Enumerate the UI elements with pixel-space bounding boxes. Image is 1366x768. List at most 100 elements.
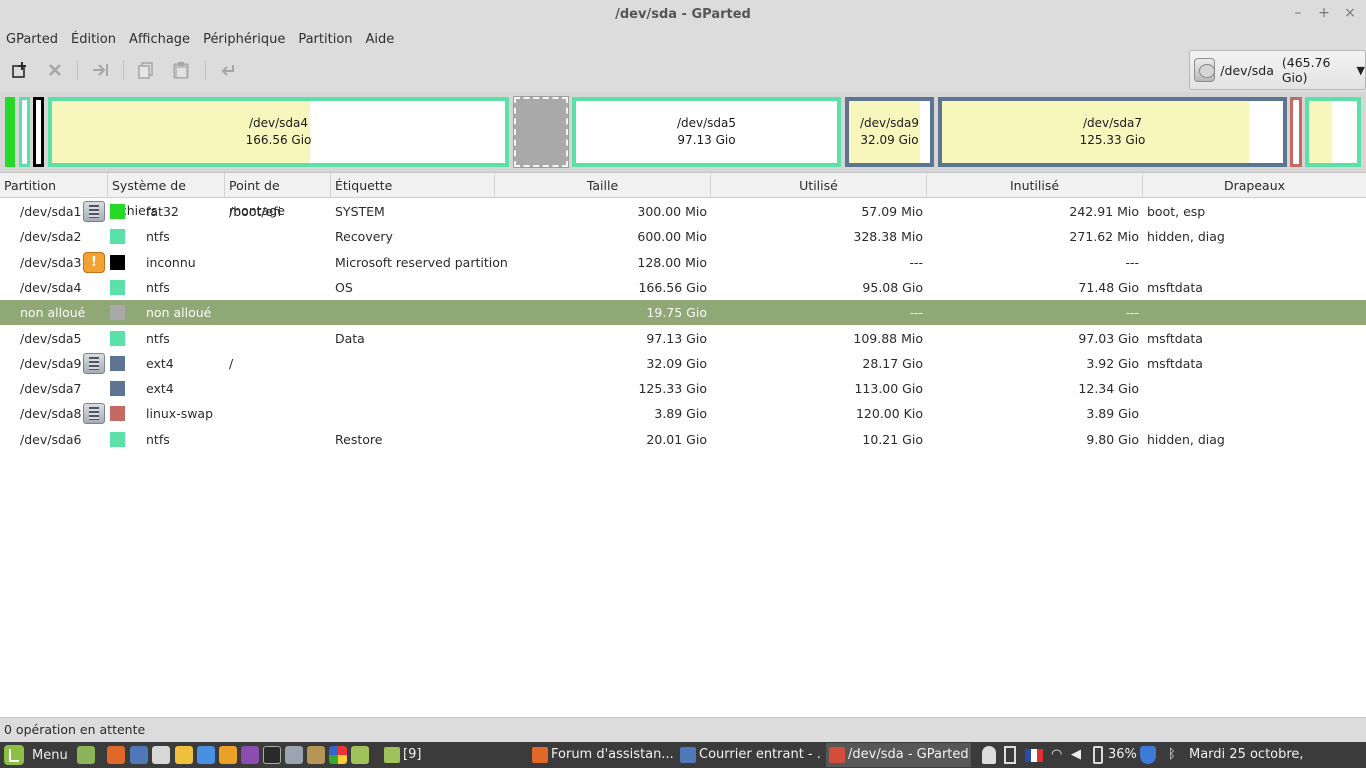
menu-gparted[interactable]: GParted <box>6 32 58 47</box>
column-mountpoint[interactable]: Point de montage <box>225 173 331 218</box>
cell-size: 3.89 Gio <box>654 406 707 422</box>
maximize-button[interactable]: + <box>1318 4 1330 22</box>
column-filesystem[interactable]: Système de fichiers <box>108 173 225 218</box>
table-row[interactable]: /dev/sda1 fat32/boot/efi SYSTEM 300.00 Mio 5… <box>0 199 1366 224</box>
column-partition[interactable]: Partition <box>0 173 108 198</box>
column-flags[interactable]: Drapeaux <box>1143 173 1366 198</box>
table-row[interactable]: /dev/sda4 ntfs OS 166.56 Gio 95.08 Gio 71.48 … <box>0 275 1366 300</box>
partition-block-sda2[interactable] <box>19 97 30 167</box>
start-menu-button[interactable]: Menu <box>4 745 68 765</box>
battery-icon[interactable] <box>1093 746 1103 764</box>
status-bar: 0 opération en attente <box>0 717 1366 742</box>
cell-flags: msftdata <box>1147 279 1203 295</box>
resize-move-icon[interactable] <box>89 58 113 82</box>
document-icon[interactable] <box>197 746 215 764</box>
cell-flags: boot, esp <box>1147 204 1206 219</box>
close-button[interactable]: × <box>1344 4 1356 22</box>
cell-label <box>335 351 495 376</box>
partition-block-unallocated[interactable] <box>513 96 569 168</box>
menu-peripherique[interactable]: Périphérique <box>203 32 285 47</box>
table-row[interactable]: /dev/sda2 ntfs Recovery 600.00 Mio 328.38 Mi… <box>0 224 1366 249</box>
task-label: Forum d'assistan... <box>551 747 674 762</box>
table-row[interactable]: !/dev/sda3 inconnu Microsoft reserved part… <box>0 250 1366 275</box>
settings-icon[interactable] <box>285 746 303 764</box>
partition-block-sda9[interactable]: /dev/sda9 32.09 Gio <box>845 97 934 167</box>
menu-aide[interactable]: Aide <box>366 32 395 47</box>
table-row[interactable]: /dev/sda8 linux-swap 3.89 Gio 120.00 Kio 3.8… <box>0 401 1366 426</box>
partition-block-sda4[interactable]: /dev/sda4 166.56 Gio <box>48 97 509 167</box>
column-used[interactable]: Utilisé <box>711 173 927 198</box>
cell-size: 600.00 Mio <box>637 229 707 245</box>
task-gparted[interactable]: /dev/sda - GParted <box>826 743 971 767</box>
filesystem-color-swatch <box>110 431 125 447</box>
column-label[interactable]: Étiquette <box>331 173 495 198</box>
clapper-icon[interactable] <box>175 746 193 764</box>
battery-percent: 36% <box>1108 747 1137 762</box>
taskbar: Menu [9] Forum d'assistan... Courrier en… <box>0 742 1366 768</box>
new-partition-icon[interactable] <box>8 58 32 82</box>
volume-icon[interactable]: ◀ <box>1071 746 1085 764</box>
task-firefox[interactable]: Forum d'assistan... <box>529 743 674 767</box>
delete-icon[interactable] <box>43 58 67 82</box>
partition-block-sda1[interactable] <box>5 97 15 167</box>
bluetooth-icon[interactable]: ᛒ <box>1168 746 1178 764</box>
table-row[interactable]: /dev/sda6 ntfs Restore 20.01 Gio 10.21 Gio 9.… <box>0 427 1366 452</box>
menu-partition[interactable]: Partition <box>298 32 352 47</box>
table-row[interactable]: /dev/sda5 ntfs Data 97.13 Gio 109.88 Mio 97.0… <box>0 326 1366 351</box>
menu-affichage[interactable]: Affichage <box>129 32 190 47</box>
headphones-icon[interactable] <box>241 746 259 764</box>
terminal-icon[interactable] <box>263 746 281 764</box>
cell-mount <box>229 275 329 300</box>
partition-block-sda7[interactable]: /dev/sda7 125.33 Gio <box>938 97 1287 167</box>
device-name: /dev/sda <box>1220 62 1274 78</box>
firefox-icon <box>532 747 548 763</box>
cell-label: Recovery <box>335 229 393 245</box>
table-row[interactable]: /dev/sda9 ext4 / 32.09 Gio 28.17 Gio 3.92 Gio… <box>0 351 1366 376</box>
files-icon[interactable] <box>351 746 369 764</box>
thunderbird-icon <box>680 747 696 763</box>
paste-icon[interactable] <box>169 58 193 82</box>
cell-size: 128.00 Mio <box>637 254 707 270</box>
clipboard-icon[interactable] <box>1004 746 1016 764</box>
table-row[interactable]: non alloué non alloué 19.75 Gio --- --- <box>0 300 1366 326</box>
user-icon[interactable] <box>982 746 996 764</box>
cell-mount <box>229 300 329 325</box>
undo-icon[interactable] <box>216 58 240 82</box>
partition-block-name: /dev/sda4 <box>248 116 309 130</box>
device-selector[interactable]: /dev/sda (465.76 Gio) ▼ <box>1189 50 1366 90</box>
cell-label: OS <box>335 279 353 295</box>
show-desktop-icon[interactable] <box>77 746 95 764</box>
cell-partition: /dev/sda7 <box>20 381 82 397</box>
cell-partition: /dev/sda2 <box>20 229 82 245</box>
column-unused[interactable]: Inutilisé <box>927 173 1143 198</box>
cell-fs: ntfs <box>146 229 170 245</box>
table-row[interactable]: /dev/sda7 ext4 125.33 Gio 113.00 Gio 12.34 G… <box>0 376 1366 401</box>
column-size[interactable]: Taille <box>495 173 711 198</box>
thunderbird-icon[interactable] <box>130 746 148 764</box>
device-size: (465.76 Gio) <box>1281 55 1331 85</box>
clock[interactable]: Mardi 25 octobre, 13:28:11 <box>1189 742 1366 768</box>
partition-block-sda8[interactable] <box>1290 97 1302 167</box>
copy-icon[interactable] <box>134 58 158 82</box>
task-folder[interactable]: [9] <box>381 743 526 767</box>
screenshot-icon[interactable] <box>152 746 170 764</box>
partition-block-sda3[interactable] <box>33 97 44 167</box>
cell-used: 109.88 Mio <box>853 330 923 346</box>
app-b-icon[interactable] <box>219 746 237 764</box>
cell-fs: non alloué <box>146 305 212 321</box>
wifi-icon[interactable]: ◠ <box>1051 746 1067 764</box>
partition-block-sda6[interactable] <box>1305 97 1361 167</box>
filesystem-color-swatch <box>110 305 125 321</box>
menu-edition[interactable]: Édition <box>71 32 116 47</box>
shield-icon[interactable] <box>1140 746 1156 764</box>
cell-used: 120.00 Kio <box>855 406 923 422</box>
partition-block-sda5[interactable]: /dev/sda5 97.13 Gio <box>572 97 841 167</box>
chrome-icon[interactable] <box>329 746 347 764</box>
cell-used: --- <box>909 254 923 270</box>
cell-label: Restore <box>335 431 383 447</box>
image-viewer-icon[interactable] <box>307 746 325 764</box>
firefox-icon[interactable] <box>107 746 125 764</box>
task-thunderbird[interactable]: Courrier entrant - ... <box>677 743 822 767</box>
keyboard-layout-flag-icon[interactable] <box>1025 749 1043 762</box>
minimize-button[interactable]: – <box>1292 4 1304 22</box>
